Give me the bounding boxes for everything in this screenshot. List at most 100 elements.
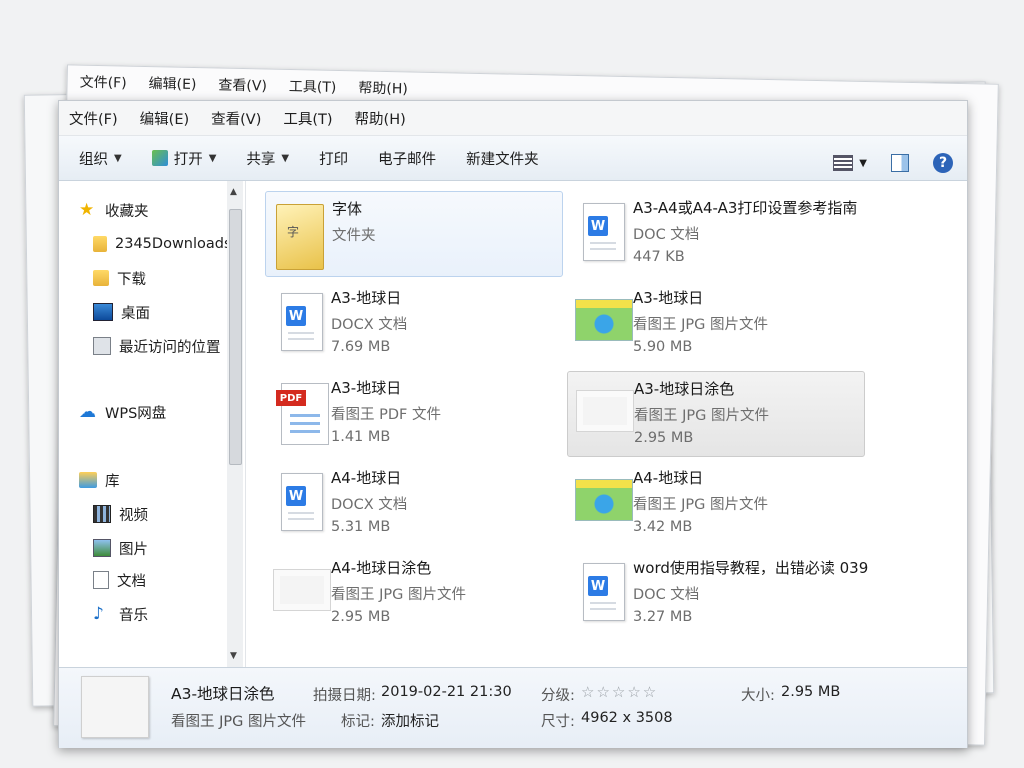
tag-label: 标记: <box>341 714 375 730</box>
selected-file-thumbnail <box>81 676 149 738</box>
command-bar: 组织 ▼ 打开 ▼ 共享 ▼ 打印 电子邮件 新建文件夹 <box>59 136 967 181</box>
explorer-window: 文件(F) 编辑(E) 查看(V) 工具(T) 帮助(H) 组织 ▼ 打开 ▼ … <box>58 100 968 748</box>
desktop-icon <box>93 303 113 321</box>
file-type: DOC 文档 <box>633 587 700 603</box>
sidebar-item-pictures[interactable]: 图片 <box>93 535 148 561</box>
file-name: A4-地球日 <box>331 469 402 487</box>
share-button[interactable]: 共享 ▼ <box>246 148 289 169</box>
sidebar-item-videos[interactable]: 视频 <box>93 501 148 527</box>
sidebar-item-recent[interactable]: 最近访问的位置 <box>93 333 221 359</box>
documents-icon <box>93 571 109 589</box>
chevron-down-icon: ▼ <box>281 152 290 164</box>
file-item[interactable]: W word使用指导教程，出错必读 039 DOC 文档 3.27 MB <box>567 551 868 635</box>
help-icon[interactable]: ? <box>933 153 953 173</box>
file-item[interactable]: W A4-地球日 DOCX 文档 5.31 MB <box>265 461 561 545</box>
menu-view[interactable]: 查看(V) <box>211 108 261 129</box>
file-item[interactable]: A4-地球日涂色 看图王 JPG 图片文件 2.95 MB <box>265 551 561 635</box>
organize-button[interactable]: 组织 ▼ <box>79 148 122 169</box>
pictures-icon <box>93 539 111 557</box>
size-label: 大小: <box>741 688 775 704</box>
file-name: A4-地球日涂色 <box>331 559 432 577</box>
menu-tools[interactable]: 工具(T) <box>283 108 332 129</box>
sidebar-item-wps[interactable]: ☁ WPS网盘 <box>79 399 166 425</box>
file-name: A3-地球日 <box>331 379 402 397</box>
date-value: 2019-02-21 21:30 <box>381 684 512 700</box>
email-button[interactable]: 电子邮件 <box>378 148 436 169</box>
organize-label: 组织 <box>79 151 108 168</box>
file-item[interactable]: 字体 文件夹 <box>265 191 563 277</box>
print-button[interactable]: 打印 <box>319 148 348 169</box>
word-icon: W <box>573 197 629 263</box>
dimensions-value: 4962 x 3508 <box>581 710 673 726</box>
file-name: A3-地球日涂色 <box>634 380 735 398</box>
file-size: 7.69 MB <box>331 339 391 355</box>
toolbar-right: ▼ ? <box>833 145 953 181</box>
word-icon: W <box>271 467 327 533</box>
file-item[interactable]: A3-地球日 看图王 JPG 图片文件 5.90 MB <box>567 281 863 365</box>
file-name: A3-地球日 <box>331 289 402 307</box>
sidebar-item-label: 下载 <box>117 271 146 288</box>
new-folder-button[interactable]: 新建文件夹 <box>466 148 539 169</box>
file-item[interactable]: W A3-地球日 DOCX 文档 7.69 MB <box>265 281 561 365</box>
file-name: 字体 <box>332 200 363 218</box>
view-options-icon <box>833 155 854 171</box>
file-item[interactable]: W A3-A4或A4-A3打印设置参考指南 DOC 文档 447 KB <box>567 191 863 275</box>
jpg-thumbnail <box>573 467 633 533</box>
rating-label: 分级: <box>541 688 575 704</box>
sidebar-item-label: 文档 <box>117 573 146 590</box>
sidebar-scrollbar[interactable]: ▲ ▼ <box>227 181 243 667</box>
scroll-thumb[interactable] <box>229 209 242 465</box>
sidebar-item-music[interactable]: ♪ 音乐 <box>93 601 148 627</box>
video-icon <box>93 505 111 523</box>
star-icon: ★ <box>79 200 95 220</box>
new-folder-label: 新建文件夹 <box>466 151 539 168</box>
menu-help[interactable]: 帮助(H) <box>355 108 406 129</box>
image-viewer-icon <box>151 150 168 166</box>
chevron-down-icon: ▼ <box>859 157 867 169</box>
tag-value[interactable]: 添加标记 <box>381 710 439 731</box>
sidebar-item-label: 最近访问的位置 <box>119 339 221 356</box>
sidebar-item-2345downloads[interactable]: 2345Downloads <box>93 231 232 257</box>
file-type: DOCX 文档 <box>331 317 408 333</box>
sidebar-item-libraries[interactable]: 库 <box>79 467 120 493</box>
file-type: 看图王 JPG 图片文件 <box>634 408 769 424</box>
sidebar-item-desktop[interactable]: 桌面 <box>93 299 150 325</box>
details-pane: A3-地球日涂色 看图王 JPG 图片文件 拍摄日期: 2019-02-21 2… <box>59 667 967 748</box>
file-type: 文件夹 <box>332 228 376 244</box>
jpg-thumbnail <box>574 378 634 444</box>
chevron-down-icon: ▼ <box>114 152 122 164</box>
file-type: DOCX 文档 <box>331 497 408 513</box>
details-file-name: A3-地球日涂色 <box>171 685 275 703</box>
file-item[interactable]: PDF A3-地球日 看图王 PDF 文件 1.41 MB <box>265 371 561 455</box>
preview-pane-icon[interactable] <box>891 154 909 172</box>
sidebar-item-documents[interactable]: 文档 <box>93 567 146 593</box>
file-size: 2.95 MB <box>331 609 391 625</box>
file-type: DOC 文档 <box>633 227 700 243</box>
sidebar-item-downloads[interactable]: 下载 <box>93 265 146 291</box>
word-icon: W <box>573 557 629 623</box>
file-name: A3-A4或A4-A3打印设置参考指南 <box>633 199 858 217</box>
scroll-down-arrow-icon[interactable]: ▼ <box>230 651 237 661</box>
sidebar-item-favorites[interactable]: ★ 收藏夹 <box>79 197 149 223</box>
menu-file[interactable]: 文件(F) <box>69 108 118 129</box>
sidebar-item-label: 音乐 <box>119 607 148 624</box>
email-label: 电子邮件 <box>378 151 437 168</box>
file-list: 字体 文件夹 W A3-A4或A4-A3打印设置参考指南 DOC 文档 447 … <box>247 181 965 667</box>
file-item[interactable]: A4-地球日 看图王 JPG 图片文件 3.42 MB <box>567 461 863 545</box>
open-label: 打开 <box>173 151 203 168</box>
dimensions-label: 尺寸: <box>541 714 575 730</box>
share-label: 共享 <box>246 151 276 168</box>
sidebar-item-label: 视频 <box>119 507 148 524</box>
folder-icon <box>272 198 328 270</box>
open-button[interactable]: 打开 ▼ <box>151 148 217 169</box>
folder-icon <box>93 236 107 252</box>
file-type: 看图王 PDF 文件 <box>331 407 441 423</box>
scroll-up-arrow-icon[interactable]: ▲ <box>230 187 237 197</box>
file-item[interactable]: A3-地球日涂色 看图王 JPG 图片文件 2.95 MB <box>567 371 865 457</box>
menu-edit[interactable]: 编辑(E) <box>140 108 189 129</box>
chevron-down-icon: ▼ <box>208 152 217 164</box>
file-size: 3.42 MB <box>633 519 693 535</box>
change-view-button[interactable]: ▼ <box>833 155 867 171</box>
file-type: 看图王 JPG 图片文件 <box>633 317 768 333</box>
rating-stars[interactable]: ☆☆☆☆☆ <box>581 683 658 701</box>
